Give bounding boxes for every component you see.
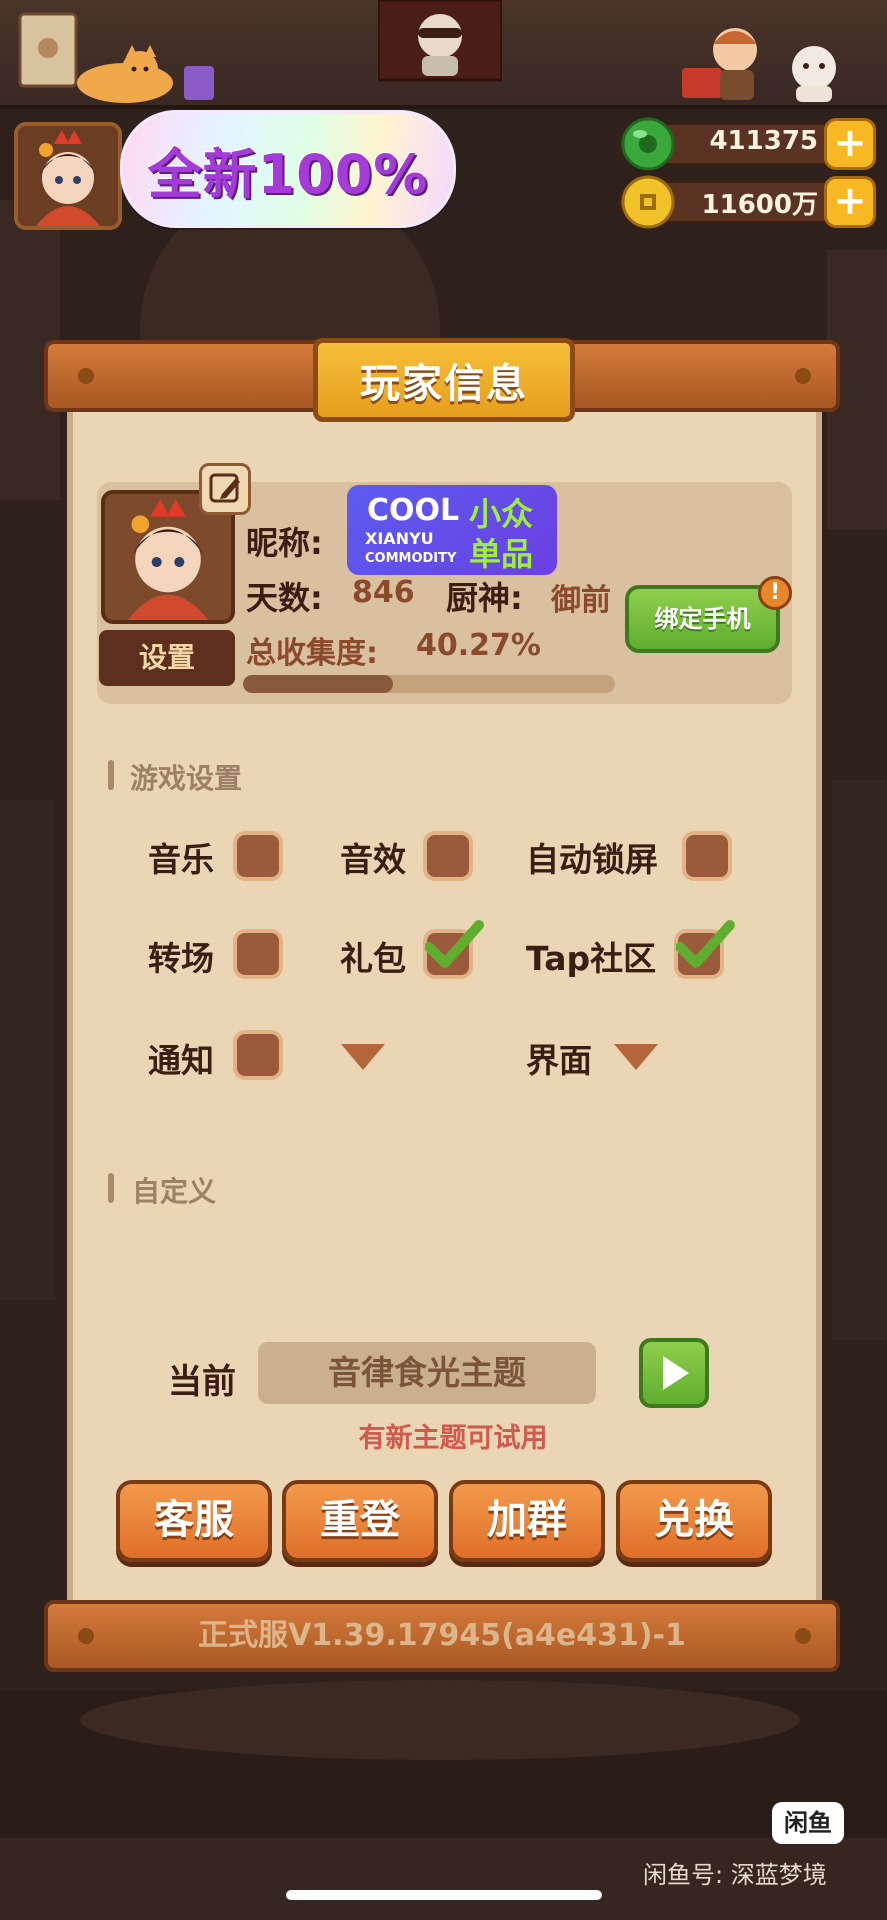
- jade-value: 411375: [709, 126, 818, 156]
- checkmark-icon: [676, 920, 735, 968]
- cup-icon: [184, 66, 214, 100]
- option-transition-label: 转场: [148, 939, 214, 978]
- badge-commodity: COMMODITY: [365, 551, 457, 566]
- relogin-button[interactable]: 重登: [282, 1480, 438, 1562]
- option-tap-community-label: Tap社区: [526, 939, 657, 978]
- giftpack-checkbox[interactable]: [423, 920, 484, 979]
- collection-progress-fill: [243, 675, 393, 693]
- chef-label: 厨神:: [446, 579, 523, 617]
- days-label: 天数:: [246, 579, 323, 617]
- cat-mascot-icon: [77, 45, 173, 103]
- section-marker: [108, 760, 114, 790]
- section-marker: [108, 1173, 114, 1203]
- option-autolock-label: 自动锁屏: [526, 840, 658, 879]
- tap-community-checkbox[interactable]: [674, 920, 735, 979]
- collection-label: 总收集度:: [246, 636, 378, 671]
- interface-dropdown-arrow-icon[interactable]: [614, 1044, 658, 1070]
- xianyu-logo: 闲鱼: [772, 1802, 844, 1844]
- bolt-icon: [795, 368, 811, 384]
- hanging-scroll-icon: [18, 12, 78, 88]
- sfx-checkbox[interactable]: [423, 831, 473, 881]
- edit-nickname-button[interactable]: [199, 463, 251, 515]
- option-sfx-label: 音效: [340, 840, 406, 879]
- gold-value: 11600万: [701, 190, 818, 220]
- old-chef-portrait-icon: [378, 0, 502, 82]
- days-value: 846: [352, 575, 415, 610]
- home-indicator[interactable]: [286, 1890, 602, 1900]
- collection-progress-bar: [243, 675, 615, 693]
- option-music-label: 音乐: [148, 840, 214, 879]
- current-theme-label: 当前: [168, 1362, 236, 1402]
- badge-cool: COOL: [367, 493, 460, 528]
- join-group-button[interactable]: 加群: [449, 1480, 605, 1562]
- chef-girl-avatar-icon: [18, 126, 118, 226]
- alert-badge-icon: !: [758, 576, 792, 610]
- cat-nurse-icon: [792, 46, 836, 102]
- boy-chef-icon: [682, 28, 757, 100]
- current-theme-field[interactable]: 音律食光主题: [258, 1342, 596, 1404]
- option-interface-label: 界面: [526, 1041, 592, 1080]
- jade-coin-icon: [621, 117, 675, 171]
- add-gold-button[interactable]: +: [824, 176, 876, 228]
- cool-xianyu-badge: COOL XIANYU COMMODITY 小众 单品: [347, 485, 557, 575]
- add-jade-button[interactable]: +: [824, 118, 876, 170]
- chef-value: 御前: [551, 583, 611, 618]
- badge-xianyu: XIANYU: [365, 529, 434, 548]
- promo-banner[interactable]: 全新100%: [120, 110, 456, 228]
- option-notify-label: 通知: [148, 1041, 214, 1080]
- badge-single: 单品: [469, 535, 534, 573]
- promo-text: 全新100%: [147, 142, 429, 206]
- collection-value: 40.27%: [416, 628, 541, 663]
- transition-checkbox[interactable]: [233, 929, 283, 979]
- checkmark-icon: [425, 920, 484, 968]
- play-icon: [663, 1356, 689, 1390]
- panel-title-plate: 玩家信息: [313, 338, 575, 422]
- customer-service-button[interactable]: 客服: [116, 1480, 272, 1562]
- new-theme-hint: 有新主题可试用: [358, 1423, 548, 1454]
- bind-phone-button[interactable]: 绑定手机: [625, 585, 780, 653]
- option-giftpack-label: 礼包: [340, 939, 406, 978]
- settings-button[interactable]: 设置: [99, 630, 235, 686]
- game-settings-title: 游戏设置: [130, 762, 243, 795]
- custom-section-title: 自定义: [132, 1175, 217, 1208]
- autolock-checkbox[interactable]: [682, 831, 732, 881]
- bolt-icon: [78, 368, 94, 384]
- music-checkbox[interactable]: [233, 831, 283, 881]
- nickname-label: 昵称:: [246, 524, 323, 562]
- dropdown-arrow-icon[interactable]: [341, 1044, 385, 1070]
- pencil-edit-icon: [209, 473, 240, 503]
- version-text: 正式服V1.39.17945(a4e431)-1: [198, 1618, 686, 1653]
- redeem-button[interactable]: 兑换: [616, 1480, 772, 1562]
- notify-checkbox[interactable]: [233, 1030, 283, 1080]
- top-shelf: [0, 0, 887, 109]
- panel-title: 玩家信息: [360, 361, 528, 407]
- apply-theme-button[interactable]: [639, 1338, 709, 1408]
- player-avatar[interactable]: [14, 122, 122, 230]
- watermark-text: 闲鱼号: 深蓝梦境: [643, 1861, 827, 1889]
- gold-coin-icon: [621, 175, 675, 229]
